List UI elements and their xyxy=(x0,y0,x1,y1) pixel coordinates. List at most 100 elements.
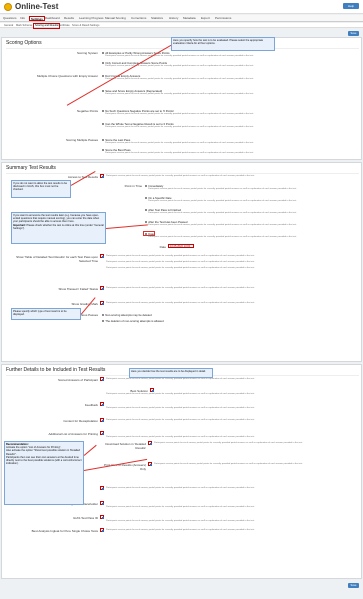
recapitulation-checkbox[interactable] xyxy=(100,418,104,422)
tab-settings[interactable]: Settings xyxy=(29,16,45,21)
save-button-bottom[interactable]: Save xyxy=(348,583,359,588)
feedback-label: Feedback xyxy=(84,403,98,407)
subtab-mark-schema[interactable]: Mark Schema xyxy=(16,23,32,28)
scoring-options-title: Scoring Options xyxy=(6,40,42,46)
option-description: Participants receive points for each ans… xyxy=(106,419,255,421)
option-description: Participants receive points for each ans… xyxy=(106,255,255,257)
sub-tabs: General Mark Schema Scoring and Results … xyxy=(0,23,363,29)
option-description: Participants receive points for each ans… xyxy=(148,200,297,202)
callout-type: Please specify which type of test result… xyxy=(11,308,81,320)
option-description: Participants receive points for each ans… xyxy=(106,378,255,380)
option-description: Participants receive points for each ans… xyxy=(106,287,255,289)
date-input[interactable]: 10.05.2022 13:00 xyxy=(168,244,194,248)
show-table-label: Show 'Table of Detailed Test Results' fo… xyxy=(16,255,98,263)
tab-export[interactable]: Export xyxy=(200,16,211,21)
scored-answers-label: Scored Answers of Participant xyxy=(57,378,98,382)
tab-dashboard[interactable]: Dashboard xyxy=(44,16,61,21)
tab-history[interactable]: History xyxy=(168,16,179,21)
tab-manual-scoring[interactable]: Manual Scoring xyxy=(104,16,127,21)
option-label: Non-scoring attempts may be deleted xyxy=(105,313,152,317)
option-label: The deletion of non-scoring attempts is … xyxy=(105,319,164,323)
option-description: Participants receive points for each ans… xyxy=(106,261,255,263)
option-description: Participants receive points for each ans… xyxy=(148,224,297,226)
subtab-score-result-settings[interactable]: Score & Result Settings xyxy=(72,23,99,28)
option-description: Participants receive points for each ans… xyxy=(106,302,255,304)
tab-questions[interactable]: Questions xyxy=(2,16,18,21)
tab-permissions[interactable]: Permissions xyxy=(214,16,232,21)
app-logo-icon xyxy=(4,3,12,11)
print-view-label: Print View of Results (Answers) Only xyxy=(104,463,146,471)
callout-access: If you do not want to allow the test res… xyxy=(11,180,71,198)
option-description: Participants receive points for each ans… xyxy=(106,267,255,269)
empty-answer-label: Multiple Choice Questions with Empty Ans… xyxy=(36,74,98,78)
show-passed-label: Show 'Passed / Failed' Status xyxy=(58,287,99,291)
access-results-label: Access to Test Results xyxy=(67,175,98,179)
callout-scoring: Here you specify how the test is to be e… xyxy=(171,37,275,51)
point-in-time-label: Point in Time xyxy=(124,184,142,188)
option-description: Participants receive points for each ans… xyxy=(105,55,254,57)
callout-text: Also activate the option "Show best poss… xyxy=(6,449,80,456)
show-grading-checkbox[interactable] xyxy=(100,301,104,305)
tab-learning-progress[interactable]: Learning Progress xyxy=(78,16,105,21)
help-button[interactable]: Help xyxy=(343,3,359,9)
option-description: Participants receive points for each ans… xyxy=(105,152,254,154)
additional-list-label: Additional List of Answers for Printing xyxy=(48,432,98,436)
print-view-checkbox[interactable] xyxy=(148,462,152,466)
app-header: Online-Test Help xyxy=(0,0,363,14)
option-description: Participants receive points for each ans… xyxy=(148,188,297,190)
additional-list-checkbox[interactable] xyxy=(100,431,104,435)
subtab-general[interactable]: General xyxy=(4,23,13,28)
summary-results-title: Summary Test Results xyxy=(6,165,56,171)
divider xyxy=(6,173,359,174)
previous-passes-option-2[interactable]: The deletion of non-scoring attempts is … xyxy=(102,319,164,323)
best-analysis-checkbox[interactable] xyxy=(100,528,104,532)
best-analysis-label: Best Analysis Ingloat for Pure Single Ch… xyxy=(31,529,98,533)
pass-id-checkbox[interactable] xyxy=(100,515,104,519)
callout-text: Please check whether the test is online … xyxy=(13,223,104,230)
pass-id-label: ILIAS Test Pass ID xyxy=(73,516,98,520)
date-label: Date xyxy=(159,245,166,249)
option-description: Participants receive points for each ans… xyxy=(105,65,254,67)
scoring-options-section: Scoring Options Scoring System All Examp… xyxy=(1,37,362,160)
tab-corrections[interactable]: Corrections xyxy=(130,16,147,21)
option-description: Participants receive points for each ans… xyxy=(105,93,254,95)
option-description: Participants receive points for each ans… xyxy=(105,78,254,80)
tab-results[interactable]: Results xyxy=(63,16,75,21)
scoring-system-label: Scoring System xyxy=(76,51,98,55)
option-description: Participants receive points for each ans… xyxy=(106,407,255,409)
show-table-checkbox[interactable] xyxy=(100,254,104,258)
option-description: Participants receive points for each ans… xyxy=(148,236,297,238)
previous-passes-option-1[interactable]: Non-scoring attempts may be deleted xyxy=(102,313,152,317)
multiple-passes-label: Scoring Multiple Passes xyxy=(65,138,98,142)
scored-answers-checkbox[interactable] xyxy=(100,377,104,381)
option-description: Participants receive points for each ans… xyxy=(106,529,255,531)
option-description: Participants receive points for each ans… xyxy=(106,506,255,508)
subtab-certificate[interactable]: Certificate xyxy=(58,23,70,28)
print-answers-checkbox[interactable] xyxy=(100,486,104,490)
page-title: Online-Test xyxy=(15,2,59,11)
option-description: Participants receive points for each ans… xyxy=(105,113,254,115)
callout-text: Participants then can see their own answ… xyxy=(6,455,82,466)
option-description: Participants receive points for each ans… xyxy=(105,142,254,144)
tab-statistics[interactable]: Statistics xyxy=(150,16,164,21)
download-solution-checkbox[interactable] xyxy=(148,441,152,445)
main-tabs: Questions Info Settings Dashboard Result… xyxy=(0,15,363,22)
negative-points-label: Negative Points xyxy=(76,109,98,113)
best-solution-checkbox[interactable] xyxy=(150,388,154,392)
callout-date: If you want to announce the test results… xyxy=(11,212,106,244)
signature-checkbox[interactable] xyxy=(100,501,104,505)
option-description: Participants receive points for each ans… xyxy=(106,520,255,522)
option-description: Participants receive points for each ans… xyxy=(154,442,303,444)
access-results-checkbox[interactable] xyxy=(100,174,104,178)
show-passed-checkbox[interactable] xyxy=(100,286,104,290)
download-solution-label: Download Solution in 'Detailed Results' xyxy=(105,442,146,450)
tab-metadata[interactable]: Metadata xyxy=(182,16,197,21)
subtab-scoring-results[interactable]: Scoring and Results xyxy=(33,23,61,29)
option-description: Participants receive points for each ans… xyxy=(106,436,255,438)
save-button-top[interactable]: Save xyxy=(348,31,359,36)
tab-info[interactable]: Info xyxy=(19,16,26,21)
recapitulation-label: Content for Recapitulation xyxy=(63,419,98,423)
feedback-checkbox[interactable] xyxy=(100,402,104,406)
further-details-title: Further Details to be Included in Test R… xyxy=(6,367,106,373)
option-description: Participants receive points for each ans… xyxy=(106,393,255,395)
